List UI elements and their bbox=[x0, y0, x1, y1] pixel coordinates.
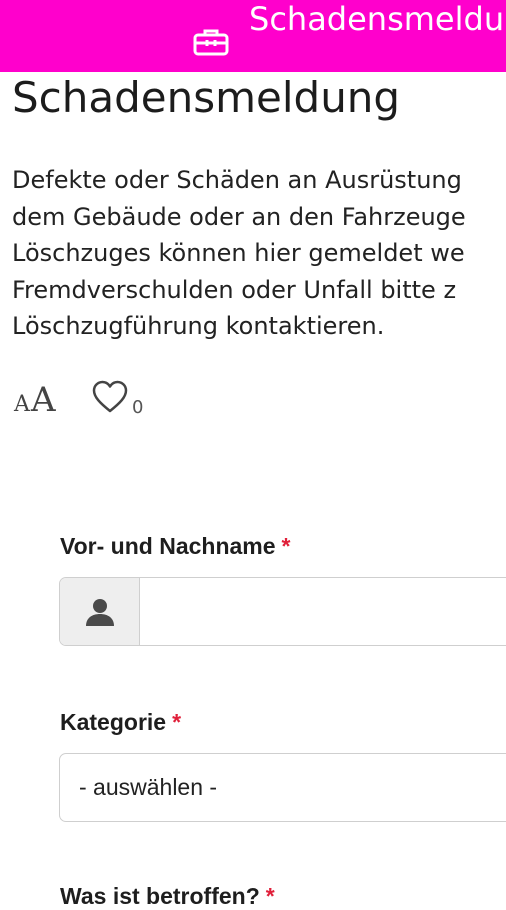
name-label-text: Vor- und Nachname bbox=[60, 533, 276, 559]
affected-label-text: Was ist betroffen? bbox=[60, 883, 260, 909]
required-mark: * bbox=[172, 709, 182, 735]
header-title: Schadensmeldu bbox=[249, 0, 505, 38]
description-line: Defekte oder Schäden an Ausrüstung bbox=[12, 166, 462, 194]
name-label: Vor- und Nachname * bbox=[60, 533, 291, 560]
required-mark: * bbox=[281, 533, 291, 559]
category-label-text: Kategorie bbox=[60, 709, 167, 735]
affected-label: Was ist betroffen? * bbox=[60, 883, 275, 910]
category-select[interactable]: - auswählen - bbox=[59, 753, 506, 822]
category-label: Kategorie * bbox=[60, 709, 181, 736]
required-mark: * bbox=[265, 883, 275, 909]
app-header: Schadensmeldu bbox=[0, 0, 506, 72]
name-input-addon bbox=[60, 578, 140, 645]
description-line: Fremdverschulden oder Unfall bitte z bbox=[12, 275, 457, 304]
description-line: Löschzuges können hier gemeldet we bbox=[12, 239, 465, 267]
font-size-small-glyph: A bbox=[14, 392, 30, 417]
description-line: Löschzugführung kontaktieren. bbox=[12, 312, 385, 340]
description-line: dem Gebäude oder an den Fahrzeuge bbox=[12, 202, 466, 231]
name-input-group bbox=[59, 577, 506, 646]
page-title: Schadensmeldung bbox=[12, 73, 401, 122]
page-description: Defekte oder Schäden an Ausrüstung dem G… bbox=[12, 162, 506, 345]
category-select-value: - auswählen - bbox=[79, 774, 218, 800]
font-size-button[interactable]: A A bbox=[14, 378, 68, 420]
heart-icon[interactable] bbox=[92, 380, 128, 414]
briefcase-icon bbox=[193, 29, 229, 56]
name-input[interactable] bbox=[140, 578, 506, 645]
like-count: 0 bbox=[132, 397, 144, 418]
font-size-large-glyph: A bbox=[31, 380, 56, 420]
user-icon bbox=[86, 599, 114, 626]
